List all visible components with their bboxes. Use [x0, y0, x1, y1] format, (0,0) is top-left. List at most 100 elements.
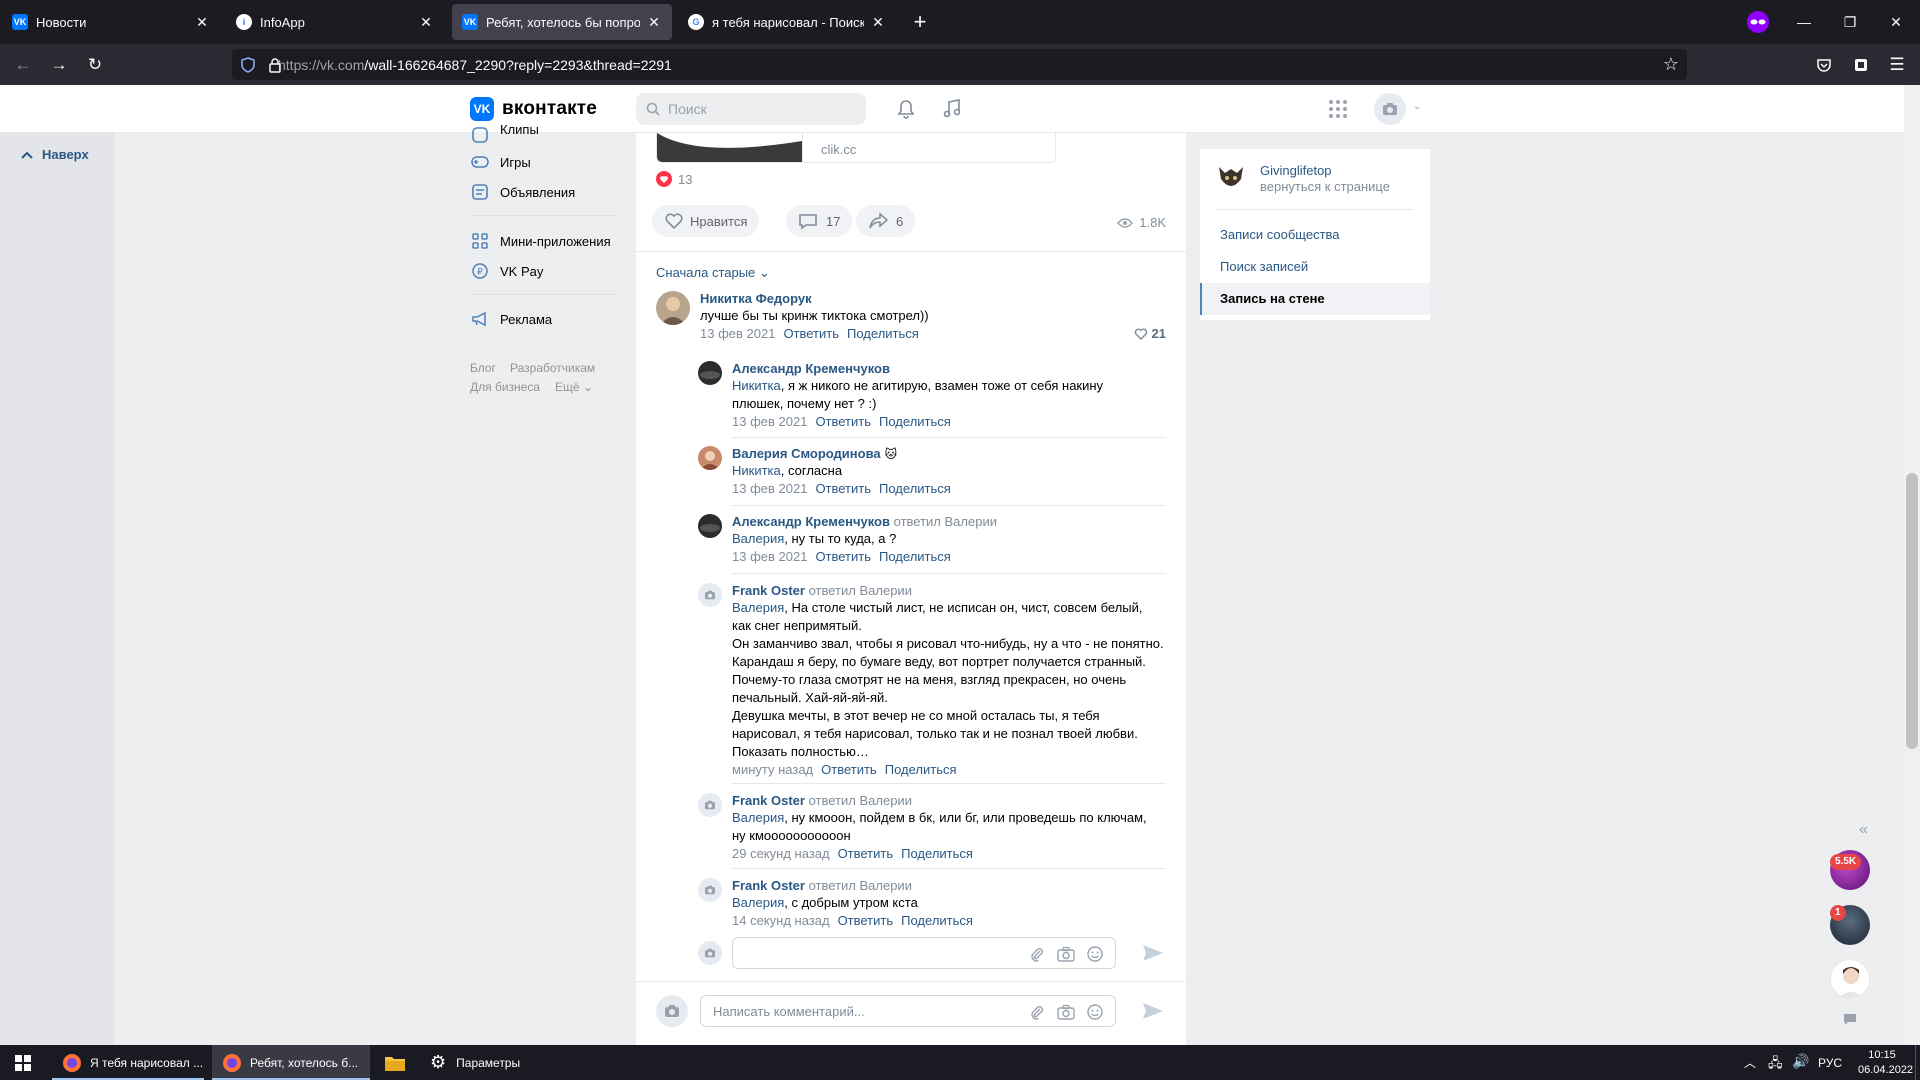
mention-link[interactable]: Никитка	[732, 463, 781, 478]
reply-button[interactable]: Ответить	[838, 913, 894, 928]
send-arrow-icon[interactable]	[1142, 1002, 1164, 1020]
mention-link[interactable]: Валерия	[732, 895, 784, 910]
scrollbar-thumb[interactable]	[1906, 473, 1918, 749]
close-icon[interactable]: ✕	[870, 14, 886, 30]
comments-button[interactable]: 17	[786, 205, 853, 237]
new-tab-icon[interactable]: +	[906, 8, 934, 36]
thread-reply-input[interactable]	[732, 937, 1116, 969]
window-close-icon[interactable]: ✕	[1882, 8, 1910, 36]
taskbar-file-explorer[interactable]	[376, 1045, 414, 1080]
avatar[interactable]	[698, 878, 722, 902]
mention-link[interactable]: Никитка	[732, 378, 781, 393]
reply-button[interactable]: Ответить	[821, 762, 877, 777]
avatar[interactable]	[698, 583, 722, 607]
comment-author[interactable]: Frank Oster	[732, 583, 805, 598]
mention-link[interactable]: Валерия	[732, 600, 784, 615]
tray-chevron-up-icon[interactable]: ︿	[1744, 1054, 1756, 1071]
extension-icon[interactable]	[1848, 52, 1874, 78]
comment-date[interactable]: 13 фев 2021	[700, 326, 775, 341]
share-comment-button[interactable]: Поделиться	[879, 414, 951, 429]
apps-grid-icon[interactable]	[1328, 99, 1348, 119]
language-indicator[interactable]: РУС	[1818, 1056, 1842, 1070]
minimize-icon[interactable]: —	[1790, 8, 1818, 36]
replied-to-label[interactable]: ответил Валерии	[809, 583, 912, 598]
like-button[interactable]: Нравится	[652, 205, 760, 237]
bookmark-star-icon[interactable]: ☆	[1663, 54, 1679, 75]
clock[interactable]: 10:15 06.04.2022	[1858, 1048, 1913, 1078]
comment-date[interactable]: 13 фев 2021	[732, 549, 807, 564]
show-desktop-button[interactable]	[1915, 1045, 1920, 1080]
share-button[interactable]: 6	[856, 205, 916, 237]
taskbar-firefox-window-2[interactable]: Ребят, хотелось б...	[212, 1045, 370, 1080]
share-comment-button[interactable]: Поделиться	[879, 549, 951, 564]
reply-button[interactable]: Ответить	[783, 326, 839, 341]
comment-date[interactable]: 29 секунд назад	[732, 846, 830, 861]
share-comment-button[interactable]: Поделиться	[879, 481, 951, 496]
emoji-smile-icon[interactable]	[1087, 946, 1103, 962]
menu-hamburger-icon[interactable]: ☰	[1884, 52, 1910, 78]
share-comment-button[interactable]: Поделиться	[885, 762, 957, 777]
lock-icon[interactable]	[268, 57, 282, 73]
back-to-top-gutter[interactable]: Наверх	[0, 133, 114, 1045]
profile-avatar[interactable]	[1374, 93, 1406, 125]
group-name-link[interactable]: Givinglifetop	[1260, 163, 1332, 178]
avatar[interactable]	[656, 291, 690, 325]
attach-paperclip-icon[interactable]	[1029, 946, 1045, 962]
tab-infoapp[interactable]: i InfoApp ✕	[226, 4, 444, 40]
taskbar-firefox-window-1[interactable]: Я тебя нарисовал ...	[52, 1045, 204, 1080]
reply-button[interactable]: Ответить	[838, 846, 894, 861]
shield-icon[interactable]	[240, 56, 256, 73]
footer-more-link[interactable]: Ещё ⌄	[555, 380, 593, 394]
back-to-top-button[interactable]: Наверх	[20, 147, 89, 162]
replied-to-label[interactable]: ответил Валерии	[809, 793, 912, 808]
avatar[interactable]	[698, 514, 722, 538]
mention-link[interactable]: Валерия	[732, 531, 784, 546]
chat-avatar[interactable]	[1830, 959, 1870, 999]
tab-google-search[interactable]: G я тебя нарисовал - Поиск в Go ✕	[678, 4, 896, 40]
back-to-group-link[interactable]: вернуться к странице	[1260, 179, 1390, 194]
link-attachment[interactable]: clik.cc	[656, 133, 1056, 163]
footer-blog-link[interactable]: Блог	[470, 361, 496, 375]
reactions-summary[interactable]: 13	[656, 171, 692, 187]
replied-to-label[interactable]: ответил Валерии	[894, 514, 997, 529]
comment-author[interactable]: Валерия Смородинова	[732, 446, 881, 461]
close-icon[interactable]: ✕	[418, 14, 434, 30]
menu-item-clips[interactable]: Клипы	[470, 125, 539, 145]
reply-button[interactable]: Ответить	[815, 549, 871, 564]
comment-like-button[interactable]: 21	[1134, 326, 1166, 341]
comment-author[interactable]: Frank Oster	[732, 793, 805, 808]
share-comment-button[interactable]: Поделиться	[901, 913, 973, 928]
menu-item-vk-pay[interactable]: ₽ VK Pay	[470, 261, 543, 281]
comment-author[interactable]: Никитка Федорук	[700, 291, 1166, 306]
footer-developers-link[interactable]: Разработчикам	[510, 361, 595, 375]
comment-author[interactable]: Frank Oster	[732, 878, 805, 893]
comment-author[interactable]: Александр Кременчуков	[732, 514, 890, 529]
menu-item-ads[interactable]: Объявления	[470, 182, 575, 202]
group-avatar[interactable]	[1216, 163, 1246, 193]
restore-icon[interactable]: ❐	[1836, 8, 1864, 36]
sidebar-item-wall-post[interactable]: Запись на стене	[1200, 283, 1430, 315]
speaker-icon[interactable]: 🔊	[1792, 1053, 1809, 1070]
avatar[interactable]	[698, 793, 722, 817]
start-button[interactable]	[0, 1045, 46, 1080]
tab-current-post[interactable]: VK Ребят, хотелось бы попросить ✕	[452, 4, 672, 40]
mention-link[interactable]: Валерия	[732, 810, 784, 825]
comment-author[interactable]: Александр Кременчуков	[732, 361, 1166, 376]
vk-search-input[interactable]: Поиск	[636, 93, 866, 125]
taskbar-settings[interactable]: ⚙ Параметры	[420, 1045, 570, 1080]
comment-date[interactable]: 13 фев 2021	[732, 481, 807, 496]
comment-date[interactable]: 14 секунд назад	[732, 913, 830, 928]
music-note-icon[interactable]	[941, 97, 963, 119]
attach-paperclip-icon[interactable]	[1029, 1004, 1045, 1020]
address-bar[interactable]: https://vk.com/wall-166264687_2290?reply…	[232, 49, 1687, 80]
reply-button[interactable]: Ответить	[815, 481, 871, 496]
footer-business-link[interactable]: Для бизнеса	[470, 380, 540, 394]
photo-camera-icon[interactable]	[1057, 946, 1075, 962]
comment-input[interactable]: Написать комментарий...	[700, 995, 1116, 1027]
replied-to-label[interactable]: ответил Валерии	[809, 878, 912, 893]
share-comment-button[interactable]: Поделиться	[901, 846, 973, 861]
avatar[interactable]	[698, 361, 722, 385]
show-more-link[interactable]: Показать полностью…	[732, 743, 1172, 761]
reload-icon[interactable]: ↻	[82, 52, 108, 78]
forward-arrow-icon[interactable]: →	[46, 52, 72, 78]
